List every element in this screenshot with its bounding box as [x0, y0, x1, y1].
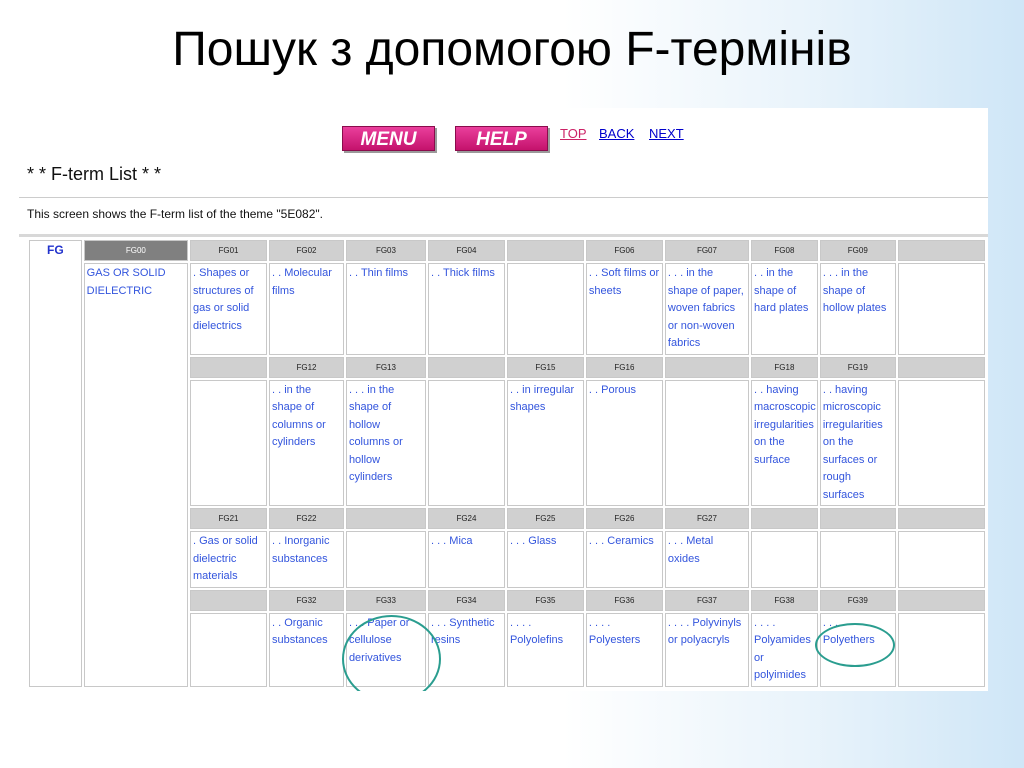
code-cell[interactable]: FG26	[585, 508, 663, 529]
code-cell	[664, 356, 749, 378]
code-cell[interactable]: FG02	[268, 240, 344, 261]
code-cell	[897, 589, 985, 611]
desc-cell[interactable]: . . . . Polyethers	[819, 612, 896, 687]
code-cell[interactable]: FG16	[585, 356, 663, 378]
code-cell[interactable]: FG27	[664, 508, 749, 529]
code-cell[interactable]: FG07	[664, 240, 749, 261]
code-cell	[897, 508, 985, 529]
desc-cell[interactable]: . . Organic substances	[268, 612, 344, 687]
code-cell[interactable]: FG25	[506, 508, 584, 529]
screenshot-panel: MENU HELP TOP BACK NEXT * * F-term List …	[19, 108, 988, 691]
help-button[interactable]: HELP	[455, 126, 548, 151]
code-cell[interactable]: FG08	[750, 240, 818, 261]
desc-cell[interactable]: . . . Metal oxides	[664, 531, 749, 588]
code-cell	[897, 240, 985, 261]
desc-cell[interactable]: . . . Synthetic resins	[427, 612, 505, 687]
desc-cell	[190, 612, 267, 687]
desc-cell	[897, 531, 985, 588]
code-cell[interactable]: FG19	[819, 356, 896, 378]
group-label[interactable]: FG	[29, 240, 82, 687]
desc-cell[interactable]: . . . in the shape of hollow plates	[819, 263, 896, 355]
top-link[interactable]: TOP	[560, 126, 587, 141]
code-cell[interactable]: FG21	[190, 508, 267, 529]
desc-cell	[750, 531, 818, 588]
desc-cell[interactable]: . Shapes or structures of gas or solid d…	[190, 263, 267, 355]
code-cell	[506, 240, 584, 261]
desc-cell[interactable]: . . . . Polyolefins	[506, 612, 584, 687]
desc-cell[interactable]: . . . in the shape of paper, woven fabri…	[664, 263, 749, 355]
code-cell[interactable]: FG39	[819, 589, 896, 611]
code-cell[interactable]: FG03	[345, 240, 426, 261]
code-cell	[345, 508, 426, 529]
code-row: FG FG00 FG01 FG02 FG03 FG04 FG06 FG07 FG08 FG09	[29, 240, 985, 687]
code-cell[interactable]: FG01	[190, 240, 267, 261]
desc-cell[interactable]: . . . in the shape of hollow columns or …	[345, 379, 426, 506]
list-title: * * F-term List * *	[27, 164, 162, 184]
slide-title: Пошук з допомогою F-термінів	[172, 23, 852, 76]
desc-cell	[897, 379, 985, 506]
code-cell[interactable]: FG13	[345, 356, 426, 378]
desc-cell[interactable]: . . . Paper or cellulose derivatives	[345, 612, 426, 687]
desc-cell[interactable]: . . Soft films or sheets	[585, 263, 663, 355]
code-cell[interactable]: FG36	[585, 589, 663, 611]
desc-cell[interactable]: . . Molecular films	[268, 263, 344, 355]
fterm-table: FG FG00 FG01 FG02 FG03 FG04 FG06 FG07 FG08 FG09 GA…	[27, 238, 987, 689]
code-cell[interactable]: FG09	[819, 240, 896, 261]
code-cell[interactable]: FG38	[750, 589, 818, 611]
code-cell	[427, 356, 505, 378]
desc-cell[interactable]: . . Inorganic substances	[268, 531, 344, 588]
desc-cell[interactable]: . . in the shape of columns or cylinders	[268, 379, 344, 506]
desc-row: GAS OR SOLID DIELECTRIC. Shapes or struc…	[29, 263, 985, 687]
code-cell[interactable]: FG35	[506, 589, 584, 611]
desc-cell[interactable]: . . . Glass	[506, 531, 584, 588]
code-cell[interactable]: FG12	[268, 356, 344, 378]
desc-cell	[664, 379, 749, 506]
code-cell[interactable]: FG00	[83, 240, 188, 261]
divider	[19, 234, 988, 237]
desc-cell[interactable]: . Gas or solid dielectric materials	[190, 531, 267, 588]
nav-bar: MENU HELP TOP BACK NEXT	[19, 123, 988, 153]
desc-cell[interactable]: . . Thin films	[345, 263, 426, 355]
desc-cell	[427, 379, 505, 506]
code-cell[interactable]: FG34	[427, 589, 505, 611]
code-cell[interactable]: FG06	[585, 240, 663, 261]
desc-cell	[345, 531, 426, 588]
desc-cell[interactable]: GAS OR SOLID DIELECTRIC	[83, 263, 188, 687]
code-cell	[190, 356, 267, 378]
code-cell[interactable]: FG15	[506, 356, 584, 378]
desc-cell[interactable]: . . . . Polyesters	[585, 612, 663, 687]
code-cell[interactable]: FG24	[427, 508, 505, 529]
desc-cell	[819, 531, 896, 588]
desc-cell[interactable]: . . in irregular shapes	[506, 379, 584, 506]
code-cell	[897, 356, 985, 378]
code-cell[interactable]: FG22	[268, 508, 344, 529]
desc-cell[interactable]: . . . . Polyvinyls or polyacryls	[664, 612, 749, 687]
menu-button[interactable]: MENU	[342, 126, 435, 151]
code-cell[interactable]: FG18	[750, 356, 818, 378]
code-cell[interactable]: FG37	[664, 589, 749, 611]
desc-cell[interactable]: . . . Ceramics	[585, 531, 663, 588]
desc-cell	[506, 263, 584, 355]
desc-cell[interactable]: . . Porous	[585, 379, 663, 506]
desc-cell	[897, 612, 985, 687]
desc-cell[interactable]: . . in the shape of hard plates	[750, 263, 818, 355]
desc-cell[interactable]: . . having macroscopic irregularities on…	[750, 379, 818, 506]
desc-cell[interactable]: . . . Mica	[427, 531, 505, 588]
code-cell[interactable]: FG04	[427, 240, 505, 261]
next-link[interactable]: NEXT	[649, 126, 684, 141]
code-cell[interactable]: FG33	[345, 589, 426, 611]
desc-cell[interactable]: . . Thick films	[427, 263, 505, 355]
desc-cell[interactable]: . . having microscopic irregularities on…	[819, 379, 896, 506]
code-cell	[750, 508, 818, 529]
desc-cell	[897, 263, 985, 355]
back-link[interactable]: BACK	[599, 126, 634, 141]
desc-cell[interactable]: . . . . Polyamides or polyimides	[750, 612, 818, 687]
code-cell	[819, 508, 896, 529]
desc-cell	[190, 379, 267, 506]
divider	[19, 197, 988, 198]
code-cell	[190, 589, 267, 611]
theme-description: This screen shows the F-term list of the…	[27, 207, 323, 221]
code-cell[interactable]: FG32	[268, 589, 344, 611]
